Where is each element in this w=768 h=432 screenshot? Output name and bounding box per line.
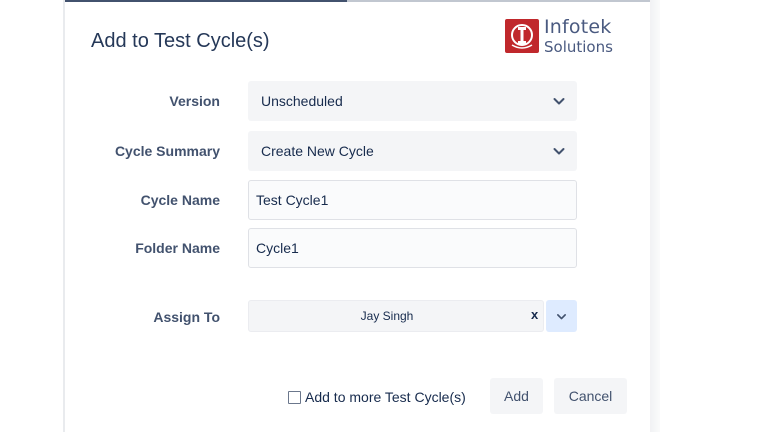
dialog-title: Add to Test Cycle(s) <box>91 30 270 52</box>
assign-to-dropdown-button[interactable] <box>546 300 577 332</box>
cycle-name-field[interactable] <box>248 180 577 220</box>
chevron-down-icon <box>557 314 566 320</box>
cycle-name-label: Cycle Name <box>140 192 220 208</box>
assign-to-label: Assign To <box>153 309 220 325</box>
cancel-button[interactable]: Cancel <box>554 378 627 414</box>
chevron-down-icon <box>553 98 565 105</box>
version-value: Unscheduled <box>261 93 343 109</box>
version-label: Version <box>169 93 220 109</box>
folder-name-label: Folder Name <box>135 240 220 256</box>
cycle-name-input[interactable] <box>256 181 556 219</box>
version-select[interactable]: Unscheduled <box>248 81 577 121</box>
add-to-test-cycle-dialog: Add to Test Cycle(s) Infotek Solutions V… <box>65 2 650 432</box>
clear-assignee-button[interactable]: x <box>531 307 538 323</box>
add-to-more-cycles-label: Add to more Test Cycle(s) <box>305 389 466 405</box>
assign-to-select[interactable]: Jay Singh x <box>248 300 544 332</box>
add-button[interactable]: Add <box>490 378 543 414</box>
chevron-down-icon <box>553 148 565 155</box>
cycle-summary-value: Create New Cycle <box>261 143 374 159</box>
folder-name-field[interactable] <box>248 228 577 268</box>
assignee-value: Jay Singh <box>360 309 414 323</box>
add-to-more-cycles-checkbox[interactable] <box>288 390 301 404</box>
logo-text-infotek: Infotek <box>544 16 612 38</box>
page-right-shadow <box>650 0 660 432</box>
infotek-logo: Infotek Solutions <box>505 16 617 56</box>
cycle-summary-label: Cycle Summary <box>114 143 220 159</box>
cycle-summary-select[interactable]: Create New Cycle <box>248 131 577 171</box>
infotek-logo-mark <box>505 19 539 53</box>
folder-name-input[interactable] <box>256 229 556 267</box>
add-to-more-cycles-option[interactable]: Add to more Test Cycle(s) <box>288 389 466 405</box>
logo-text-solutions: Solutions <box>544 38 613 56</box>
